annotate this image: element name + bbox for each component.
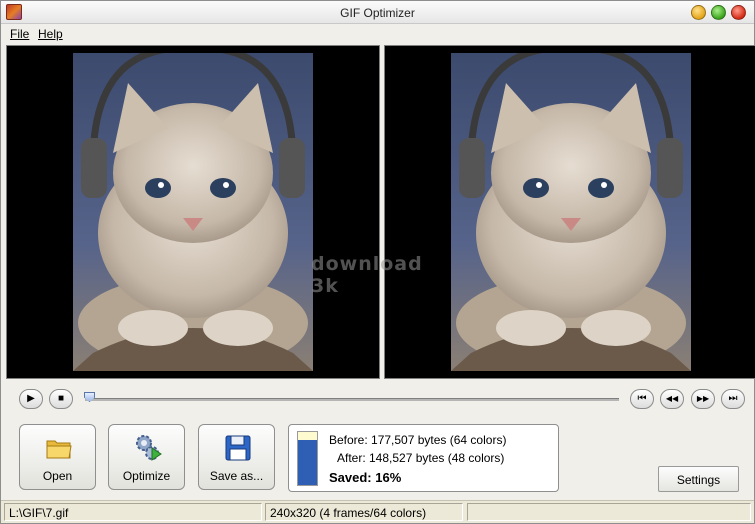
stop-button[interactable]: ■: [49, 389, 73, 409]
app-window: GIF Optimizer File Help download 3k ▶ ■ …: [0, 0, 755, 524]
minimize-button[interactable]: [691, 5, 706, 20]
menu-bar: File Help: [1, 25, 754, 43]
first-frame-button[interactable]: ⏮: [630, 389, 654, 409]
before-size-text: Before: 177,507 bytes (64 colors): [329, 433, 507, 447]
settings-button[interactable]: Settings: [658, 466, 739, 492]
folder-icon: [46, 440, 72, 459]
save-as-button[interactable]: Save as...: [198, 424, 275, 490]
saved-percent-text: Saved: 16%: [329, 470, 402, 485]
title-bar[interactable]: GIF Optimizer: [1, 1, 754, 24]
status-file-path: L:\GIF\7.gif: [4, 503, 262, 521]
after-size-text: After: 148,527 bytes (48 colors): [337, 451, 505, 465]
menu-file[interactable]: File: [10, 27, 29, 41]
play-icon: ▶: [27, 393, 35, 404]
window-title: GIF Optimizer: [340, 6, 415, 20]
stop-icon: ■: [57, 393, 65, 404]
open-label: Open: [42, 469, 73, 483]
last-frame-button[interactable]: ⏭: [721, 389, 745, 409]
frame-slider-track[interactable]: [85, 398, 619, 401]
settings-label: Settings: [676, 473, 721, 487]
optimize-button[interactable]: Optimize: [108, 424, 185, 490]
maximize-button[interactable]: [711, 5, 726, 20]
optimized-gif-image: [451, 53, 691, 371]
save-as-label: Save as...: [209, 469, 264, 483]
original-preview-pane: [6, 45, 380, 379]
play-button[interactable]: ▶: [19, 389, 43, 409]
size-comparison-bar-fill: [298, 440, 317, 485]
previous-frame-button[interactable]: ◀◀: [660, 389, 684, 409]
status-bar: L:\GIF\7.gif 240x320 (4 frames/64 colors…: [1, 500, 754, 523]
watermark-text: download 3k: [311, 253, 423, 297]
optimize-label: Optimize: [122, 469, 171, 483]
original-gif-image: [73, 53, 313, 371]
open-button[interactable]: Open: [19, 424, 96, 490]
optimized-preview-pane: [384, 45, 755, 379]
menu-help[interactable]: Help: [38, 27, 63, 41]
rewind-icon: ◀◀: [665, 394, 679, 403]
next-frame-button[interactable]: ▶▶: [691, 389, 715, 409]
status-extra: [467, 503, 751, 521]
gears-play-icon: [136, 435, 162, 461]
size-comparison-bar: [297, 431, 318, 486]
skip-last-icon: ⏭: [728, 393, 738, 404]
fast-forward-icon: ▶▶: [696, 394, 710, 403]
optimization-stats-panel: Before: 177,507 bytes (64 colors) After:…: [288, 424, 559, 492]
floppy-disk-icon: [225, 435, 251, 461]
status-image-info: 240x320 (4 frames/64 colors): [265, 503, 463, 521]
close-button[interactable]: [731, 5, 746, 20]
skip-first-icon: ⏮: [637, 393, 647, 404]
